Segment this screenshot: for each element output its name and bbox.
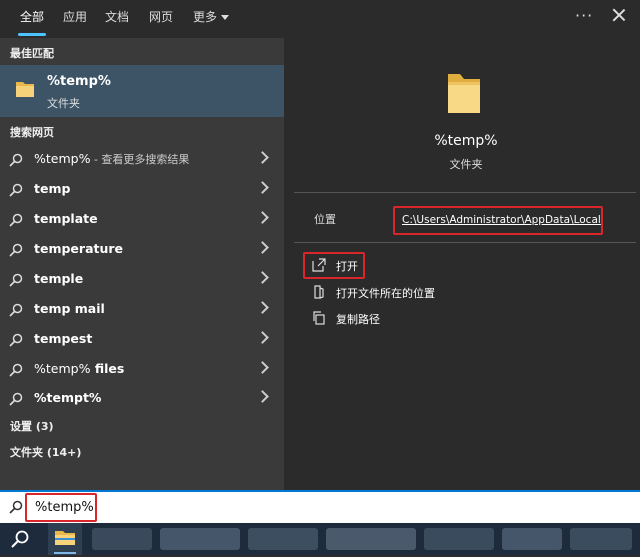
open-file-location-label: 打开文件所在的位置 — [336, 287, 435, 300]
web-result[interactable]: %tempt% — [0, 383, 284, 413]
chevron-down-icon — [221, 15, 229, 20]
search-input[interactable]: %temp% — [25, 493, 97, 522]
settings-heading[interactable]: 设置 (3) — [10, 418, 54, 434]
web-result-text: template — [34, 211, 98, 226]
folders-heading[interactable]: 文件夹 (14+) — [10, 444, 81, 460]
search-icon — [9, 183, 23, 197]
taskbar-app[interactable] — [160, 528, 240, 550]
search-icon — [9, 363, 23, 377]
taskbar-search-icon[interactable] — [10, 529, 30, 549]
active-indicator — [54, 552, 76, 554]
web-result[interactable]: %temp% files — [0, 354, 284, 384]
search-icon — [9, 213, 23, 227]
web-search-heading: 搜索网页 — [10, 126, 54, 139]
taskbar-app[interactable] — [326, 528, 416, 550]
taskbar-file-explorer[interactable] — [48, 523, 82, 555]
tab-more[interactable]: 更多 — [188, 0, 234, 38]
web-result[interactable]: temp mail — [0, 294, 284, 324]
search-icon — [9, 273, 23, 287]
results-pane: 最佳匹配 %temp% 文件夹 搜索网页 %temp% - 查看更多搜索结果 t… — [0, 38, 284, 490]
search-icon — [9, 392, 23, 406]
web-result-text: temple — [34, 271, 84, 286]
folder-location-icon — [314, 285, 324, 299]
tab-web[interactable]: 网页 — [144, 0, 178, 38]
search-icon — [9, 303, 23, 317]
tab-apps[interactable]: 应用 — [58, 0, 92, 38]
copy-path-label: 复制路径 — [336, 313, 380, 326]
web-result[interactable]: %temp% - 查看更多搜索结果 — [0, 144, 284, 174]
web-result[interactable]: temp — [0, 174, 284, 204]
web-result-text: %tempt% — [34, 390, 102, 405]
open-label: 打开 — [336, 260, 358, 273]
preview-pane: %temp% 文件夹 位置 C:\Users\Administrator\App… — [292, 38, 640, 490]
best-match-type: 文件夹 — [47, 97, 80, 110]
file-explorer-icon — [55, 531, 75, 545]
chevron-right-icon — [256, 301, 269, 314]
web-result-text: files — [90, 361, 125, 376]
web-result-text: %temp% — [34, 151, 91, 166]
open-icon — [312, 258, 326, 272]
preview-name: %temp% — [434, 133, 498, 149]
close-icon[interactable] — [612, 8, 626, 22]
tab-all[interactable]: 全部 — [10, 0, 54, 38]
chevron-right-icon — [256, 390, 269, 403]
taskbar — [0, 523, 640, 555]
chevron-right-icon — [256, 211, 269, 224]
taskbar-tray[interactable] — [570, 528, 632, 550]
best-match-heading: 最佳匹配 — [10, 47, 54, 60]
chevron-right-icon — [256, 271, 269, 284]
copy-icon — [313, 311, 325, 325]
search-tabs: 全部 应用 文档 网页 更多 ··· — [0, 0, 640, 38]
folder-icon — [14, 78, 36, 104]
folder-icon — [442, 68, 486, 120]
best-match-item[interactable]: %temp% 文件夹 — [0, 65, 284, 117]
search-bar[interactable]: %temp% — [0, 490, 640, 523]
divider — [294, 242, 636, 243]
web-result-text-plain: %temp% — [34, 361, 91, 376]
taskbar-app[interactable] — [424, 528, 494, 550]
web-result[interactable]: temple — [0, 264, 284, 294]
location-path-link[interactable]: C:\Users\Administrator\AppData\Local — [393, 206, 603, 235]
search-icon — [9, 243, 23, 257]
chevron-right-icon — [256, 151, 269, 164]
chevron-right-icon — [256, 181, 269, 194]
taskbar-app[interactable] — [502, 528, 562, 550]
web-result-text: temp mail — [34, 301, 105, 316]
web-result-text: temp — [34, 181, 71, 196]
chevron-right-icon — [256, 241, 269, 254]
search-icon — [9, 333, 23, 347]
tab-documents[interactable]: 文档 — [100, 0, 134, 38]
web-result[interactable]: temperature — [0, 234, 284, 264]
taskbar-app[interactable] — [248, 528, 318, 550]
tab-more-label: 更多 — [192, 10, 217, 24]
web-result[interactable]: template — [0, 204, 284, 234]
search-icon — [9, 500, 23, 514]
web-result-text: temperature — [34, 241, 124, 256]
best-match-name: %temp% — [47, 74, 111, 89]
chevron-right-icon — [256, 331, 269, 344]
web-result-hint: - 查看更多搜索结果 — [90, 153, 190, 166]
more-options-icon[interactable]: ··· — [575, 6, 593, 25]
location-label: 位置 — [314, 213, 336, 226]
taskbar-app[interactable] — [92, 528, 152, 550]
preview-type: 文件夹 — [449, 158, 483, 171]
chevron-right-icon — [256, 361, 269, 374]
web-result[interactable]: tempest — [0, 324, 284, 354]
search-input-value: %temp% — [35, 500, 94, 515]
search-icon — [9, 153, 23, 167]
web-result-text: tempest — [34, 331, 93, 346]
divider — [294, 192, 636, 193]
